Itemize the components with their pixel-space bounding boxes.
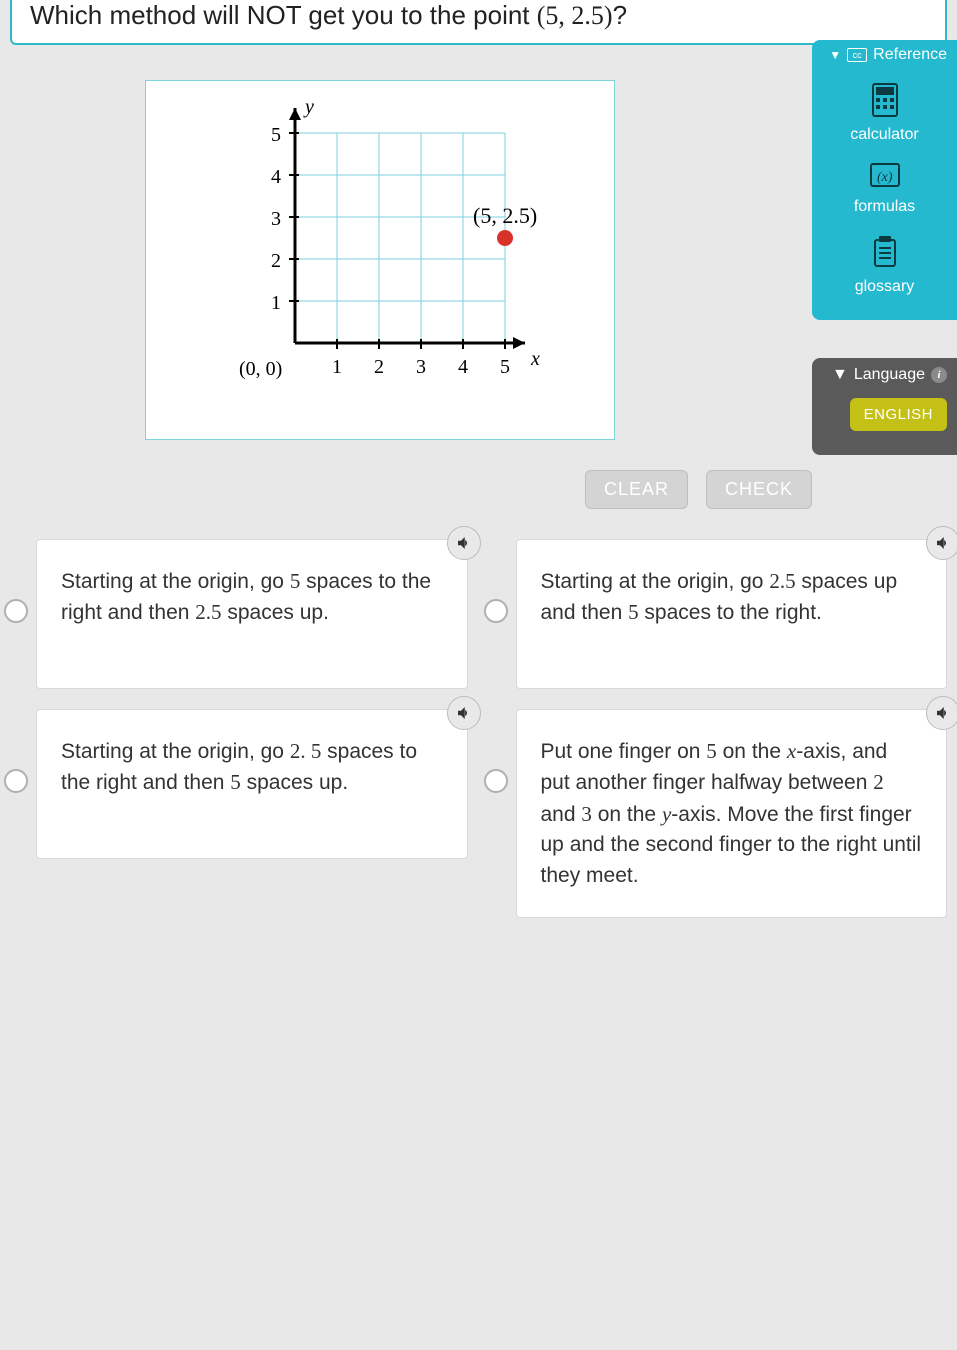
x-tick-2: 2	[374, 356, 384, 378]
speaker-icon	[455, 534, 473, 552]
question-bar: Which method will NOT get you to the poi…	[10, 0, 947, 45]
radio-a[interactable]	[4, 599, 28, 623]
graph-panel: y x (0, 0) 1 2 3 4 5 1 2 3 4 5 (5, 2.5)	[145, 80, 615, 440]
reference-calculator-label: calculator	[850, 126, 918, 143]
answer-option-d: Put one finger on 5 on the x-axis, and p…	[480, 709, 948, 918]
radio-c[interactable]	[4, 769, 28, 793]
calculator-icon	[865, 80, 905, 120]
language-english-button[interactable]: ENGLISH	[850, 398, 947, 431]
action-buttons: CLEAR CHECK	[0, 470, 957, 509]
clear-button[interactable]: CLEAR	[585, 470, 688, 509]
glossary-icon	[865, 232, 905, 272]
question-suffix: ?	[613, 0, 627, 30]
y-tick-5: 5	[271, 124, 281, 146]
info-icon[interactable]: i	[931, 367, 947, 383]
reference-glossary[interactable]: glossary	[812, 226, 957, 306]
plotted-point	[497, 230, 513, 246]
answer-a-text: Starting at the origin, go 5 spaces to t…	[61, 570, 431, 624]
check-button[interactable]: CHECK	[706, 470, 812, 509]
reference-panel: ▼ cc Reference calculator (x) formulas	[812, 40, 957, 320]
speaker-icon	[934, 704, 952, 722]
answer-card-b[interactable]: Starting at the origin, go 2.5 spaces up…	[516, 539, 948, 689]
answer-b-text: Starting at the origin, go 2.5 spaces up…	[541, 570, 898, 624]
reference-title: Reference	[873, 46, 947, 64]
y-axis-label: y	[303, 96, 314, 118]
speaker-icon	[455, 704, 473, 722]
answer-c-text: Starting at the origin, go 2. 5 spaces t…	[61, 740, 417, 794]
origin-label: (0, 0)	[239, 358, 282, 380]
coordinate-graph: y x (0, 0) 1 2 3 4 5 1 2 3 4 5 (5, 2.5)	[195, 93, 565, 423]
answer-d-text: Put one finger on 5 on the x-axis, and p…	[541, 740, 922, 887]
answer-option-b: Starting at the origin, go 2.5 spaces up…	[480, 539, 948, 689]
y-tick-2: 2	[271, 250, 281, 272]
radio-d[interactable]	[484, 769, 508, 793]
x-axis-label: x	[530, 348, 540, 370]
y-tick-1: 1	[271, 292, 281, 314]
x-tick-4: 4	[458, 356, 468, 378]
question-point: (5, 2.5)	[537, 1, 613, 30]
cc-icon: cc	[847, 48, 867, 62]
audio-button-a[interactable]	[447, 526, 481, 560]
question-prefix: Which method will NOT get you to the poi…	[30, 0, 537, 30]
answer-option-c: Starting at the origin, go 2. 5 spaces t…	[0, 709, 468, 918]
language-panel: ▼ Language i ENGLISH	[812, 358, 957, 455]
x-tick-3: 3	[416, 356, 426, 378]
reference-formulas-label: formulas	[854, 198, 915, 215]
chevron-down-icon: ▼	[832, 366, 848, 384]
reference-calculator[interactable]: calculator	[812, 74, 957, 154]
formulas-icon: (x)	[865, 160, 905, 192]
chevron-down-icon: ▼	[829, 48, 841, 62]
radio-b[interactable]	[484, 599, 508, 623]
answer-card-a[interactable]: Starting at the origin, go 5 spaces to t…	[36, 539, 468, 689]
answer-grid: Starting at the origin, go 5 spaces to t…	[0, 539, 957, 918]
audio-button-b[interactable]	[926, 526, 957, 560]
speaker-icon	[934, 534, 952, 552]
x-tick-1: 1	[332, 356, 342, 378]
svg-text:(x): (x)	[877, 170, 893, 185]
audio-button-c[interactable]	[447, 696, 481, 730]
reference-formulas[interactable]: (x) formulas	[812, 154, 957, 226]
answer-card-c[interactable]: Starting at the origin, go 2. 5 spaces t…	[36, 709, 468, 859]
language-title: Language	[854, 366, 925, 384]
answer-option-a: Starting at the origin, go 5 spaces to t…	[0, 539, 468, 689]
reference-header[interactable]: ▼ cc Reference	[812, 40, 957, 74]
point-label: (5, 2.5)	[473, 203, 537, 228]
reference-glossary-label: glossary	[855, 278, 915, 295]
language-header[interactable]: ▼ Language i	[822, 366, 947, 394]
y-tick-3: 3	[271, 208, 281, 230]
audio-button-d[interactable]	[926, 696, 957, 730]
x-tick-5: 5	[500, 356, 510, 378]
answer-card-d[interactable]: Put one finger on 5 on the x-axis, and p…	[516, 709, 948, 918]
y-tick-4: 4	[271, 166, 281, 188]
